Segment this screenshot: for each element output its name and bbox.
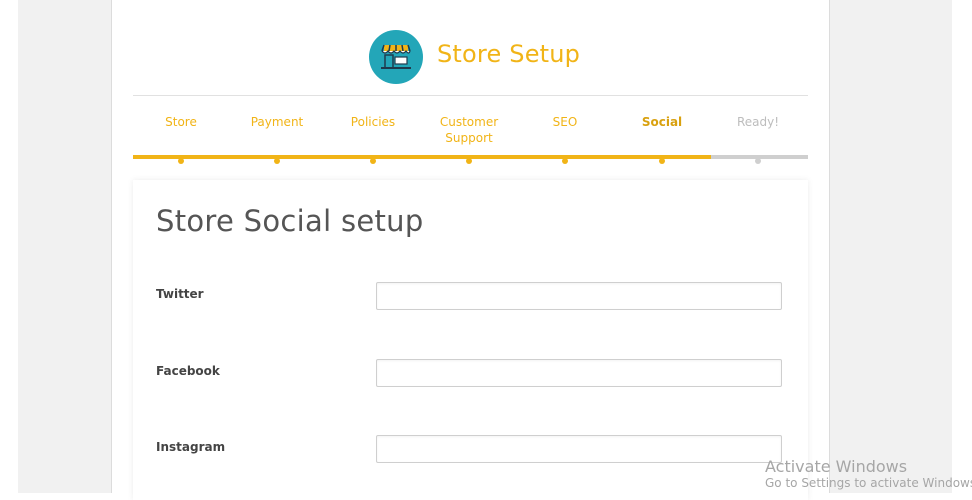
instagram-label: Instagram [156,440,226,454]
left-margin-panel [18,0,112,493]
facebook-input[interactable] [376,359,782,387]
progress-fill [133,155,712,159]
setup-header: Store Setup [133,28,808,86]
twitter-label: Twitter [156,287,204,301]
page-title: Store Social setup [156,204,424,238]
step-dot-ready [755,158,761,164]
step-dot-policies [370,158,376,164]
step-dot-customer-support [466,158,472,164]
facebook-label: Facebook [156,364,220,378]
step-seo[interactable]: SEO [517,114,613,130]
twitter-input[interactable] [376,282,782,310]
step-store[interactable]: Store [133,114,229,130]
social-setup-card: Store Social setup Twitter Facebook Inst… [133,180,808,500]
step-dot-payment [274,158,280,164]
step-ready[interactable]: Ready! [710,114,806,130]
step-policies[interactable]: Policies [325,114,421,130]
step-dot-social [659,158,665,164]
instagram-input[interactable] [376,435,782,463]
step-dot-seo [562,158,568,164]
step-social[interactable]: Social [614,114,710,130]
storefront-icon [369,30,423,84]
right-gutter [952,0,972,493]
right-margin-panel [829,0,953,493]
step-payment[interactable]: Payment [229,114,325,130]
left-gutter [0,0,18,493]
step-customer-support[interactable]: Customer Support [421,114,517,146]
setup-steps: Store Payment Policies Customer Support … [133,96,808,164]
step-dot-store [178,158,184,164]
brand-title: Store Setup [437,40,581,68]
